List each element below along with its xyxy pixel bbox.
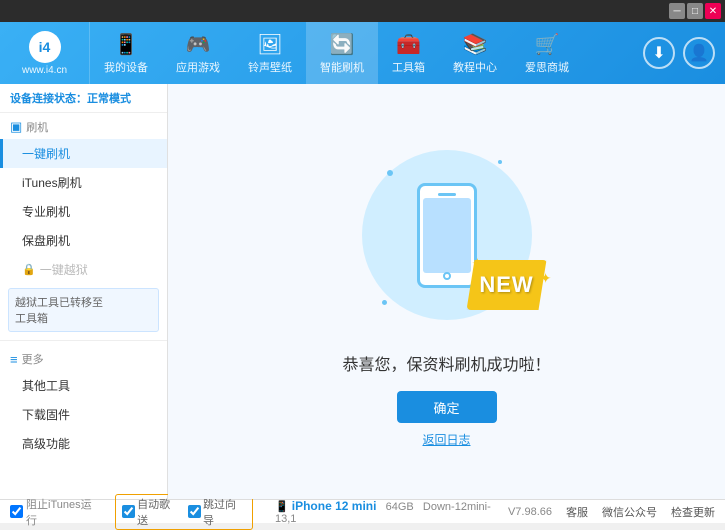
my-device-icon: 📱 [114, 32, 139, 57]
nav-tools-label: 工具箱 [392, 59, 425, 75]
success-message: 恭喜您，保资料刷机成功啦！ [342, 351, 550, 375]
sparkle1-icon: ✦ [472, 255, 484, 272]
sidebar-info-box: 越狱工具已转移至 工具箱 [8, 288, 159, 332]
info-line2: 工具箱 [15, 310, 152, 326]
download-firmware-label: 下载固件 [22, 408, 70, 422]
device-storage: 64GB [386, 501, 414, 513]
pro-flash-label: 专业刷机 [22, 205, 70, 219]
one-click-flash-label: 一键刷机 [22, 147, 70, 161]
flash-section-label: 刷机 [26, 119, 48, 135]
bottom-bar: 阻止iTunes运行 自动歌送 跳过向导 📱 iPhone 12 mini 64… [0, 499, 725, 523]
flash-section-icon: ▣ [10, 119, 22, 135]
device-info: 📱 iPhone 12 mini 64GB Down-12mini-13,1 [275, 499, 508, 525]
sidebar-save-flash[interactable]: 保盘刷机 [0, 226, 167, 255]
nav-tutorials[interactable]: 📚 教程中心 [439, 22, 511, 84]
save-flash-label: 保盘刷机 [22, 234, 70, 248]
more-section-icon: ≡ [10, 352, 18, 367]
nav-items: 📱 我的设备 🎮 应用游戏 🖼 铃声壁纸 🔄 智能刷机 🧰 工具箱 📚 教程中心… [90, 22, 633, 84]
back-link[interactable]: 返回日志 [422, 431, 470, 448]
wallpaper-icon: 🖼 [257, 32, 282, 57]
update-link[interactable]: 检查更新 [671, 504, 715, 520]
maximize-button[interactable]: □ [687, 3, 703, 19]
store-icon: 🛒 [535, 32, 560, 57]
skip-wizard-checkbox[interactable] [188, 505, 201, 518]
nav-wallpaper[interactable]: 🖼 铃声壁纸 [234, 22, 306, 84]
more-section-label: 更多 [22, 351, 44, 367]
nav-apps-games[interactable]: 🎮 应用游戏 [162, 22, 234, 84]
nav-store[interactable]: 🛒 爱思商城 [511, 22, 583, 84]
dot2 [498, 160, 502, 164]
dot1 [387, 170, 393, 176]
version-label: V7.98.66 [508, 506, 552, 518]
nav-apps-games-label: 应用游戏 [176, 59, 220, 75]
sidebar-download-firmware[interactable]: 下载固件 [0, 400, 167, 429]
sparkle2-icon: ✦ [540, 270, 552, 287]
info-line1: 越狱工具已转移至 [15, 294, 152, 310]
sidebar-other-tools[interactable]: 其他工具 [0, 371, 167, 400]
main-container: 设备连接状态：正常模式 ▣ 刷机 一键刷机 iTunes刷机 专业刷机 保盘刷机… [0, 84, 725, 499]
smart-flash-icon: 🔄 [330, 32, 355, 57]
content-area: NEW ✦ ✦ 恭喜您，保资料刷机成功啦！ 确定 返回日志 [168, 84, 725, 499]
status-label: 设备连接状态： [10, 93, 87, 105]
new-badge: NEW ✦ ✦ [467, 260, 547, 315]
apps-games-icon: 🎮 [186, 32, 211, 57]
nav-tools[interactable]: 🧰 工具箱 [378, 22, 439, 84]
tools-icon: 🧰 [396, 32, 421, 57]
logo-area: i4 www.i4.cn [0, 22, 90, 84]
tutorials-icon: 📚 [463, 32, 488, 57]
phone-home-btn [443, 272, 451, 280]
bottom-right-section: V7.98.66 客服 微信公众号 检查更新 [508, 504, 715, 520]
phone-screen [423, 198, 471, 273]
confirm-button[interactable]: 确定 [397, 391, 497, 423]
other-tools-label: 其他工具 [22, 379, 70, 393]
disabled-label: 一键越狱 [40, 261, 88, 278]
itunes-checkbox[interactable] [10, 505, 23, 518]
nav-tutorials-label: 教程中心 [453, 59, 497, 75]
connection-status: 设备连接状态：正常模式 [0, 84, 167, 113]
header: i4 www.i4.cn 📱 我的设备 🎮 应用游戏 🖼 铃声壁纸 🔄 智能刷机… [0, 22, 725, 84]
more-section-header: ≡ 更多 [0, 345, 167, 371]
advanced-label: 高级功能 [22, 437, 70, 451]
nav-smart-flash-label: 智能刷机 [320, 59, 364, 75]
auto-send-checkbox[interactable] [122, 505, 135, 518]
sidebar: 设备连接状态：正常模式 ▣ 刷机 一键刷机 iTunes刷机 专业刷机 保盘刷机… [0, 84, 168, 499]
sidebar-itunes-flash[interactable]: iTunes刷机 [0, 168, 167, 197]
nav-wallpaper-label: 铃声壁纸 [248, 59, 292, 75]
illustration: NEW ✦ ✦ [347, 135, 547, 335]
download-button[interactable]: ⬇ [643, 37, 675, 69]
service-link[interactable]: 客服 [566, 504, 588, 520]
nav-my-device-label: 我的设备 [104, 59, 148, 75]
nav-smart-flash[interactable]: 🔄 智能刷机 [306, 22, 378, 84]
nav-my-device[interactable]: 📱 我的设备 [90, 22, 162, 84]
close-button[interactable]: ✕ [705, 3, 721, 19]
new-text: NEW [479, 272, 533, 298]
flash-section-header: ▣ 刷机 [0, 113, 167, 139]
sidebar-pro-flash[interactable]: 专业刷机 [0, 197, 167, 226]
nav-store-label: 爱思商城 [525, 59, 569, 75]
phone-speaker [438, 193, 456, 196]
user-button[interactable]: 👤 [683, 37, 715, 69]
itunes-flash-label: iTunes刷机 [22, 176, 82, 190]
device-name: iPhone 12 mini [292, 499, 377, 513]
titlebar: ─ □ ✕ [0, 0, 725, 22]
logo-icon: i4 [29, 31, 61, 63]
nav-right-actions: ⬇ 👤 [633, 22, 725, 84]
dot3 [382, 300, 387, 305]
status-value: 正常模式 [87, 93, 131, 105]
wechat-link[interactable]: 微信公众号 [602, 504, 657, 520]
minimize-button[interactable]: ─ [669, 3, 685, 19]
sidebar-one-click-flash[interactable]: 一键刷机 [0, 139, 167, 168]
sidebar-advanced[interactable]: 高级功能 [0, 429, 167, 458]
logo-subtitle: www.i4.cn [22, 65, 67, 76]
lock-icon: 🔒 [22, 263, 36, 276]
sidebar-disabled-jailbreak: 🔒 一键越狱 [0, 255, 167, 284]
sidebar-divider [0, 340, 167, 341]
